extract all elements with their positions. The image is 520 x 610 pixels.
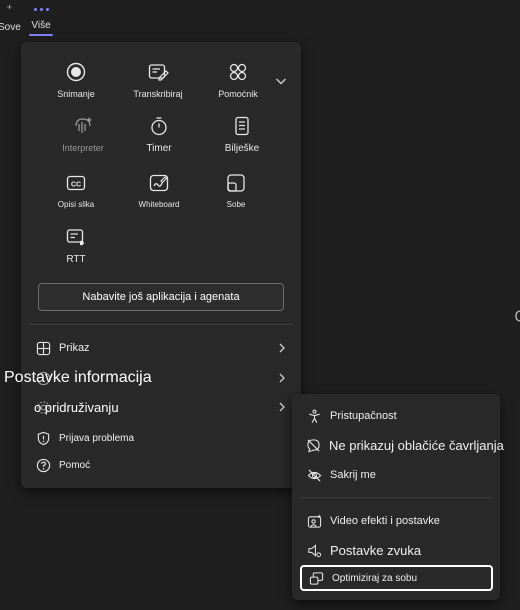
toolbar-more-label: Više <box>31 20 51 31</box>
toolbar-sove-button[interactable]: ⁺ Sove <box>0 0 21 33</box>
tile-label: Interpreter <box>62 143 104 153</box>
tile-image-descriptions[interactable]: CC Opisi slika <box>31 172 121 209</box>
menu-item-help[interactable]: Pomoć <box>35 454 287 476</box>
submenu-item-label: Sakrij me <box>330 469 376 481</box>
record-icon <box>66 62 86 82</box>
video-effects-icon <box>306 513 322 529</box>
tile-label: Transkribiraj <box>133 89 183 99</box>
active-tab-indicator <box>29 34 53 36</box>
captions-icon: CC <box>66 175 86 191</box>
submenu-item-no-chat-bubbles[interactable]: Ne prikazuj oblačiće čavrljanja <box>306 433 504 457</box>
rtt-icon <box>66 229 84 246</box>
transcribe-icon <box>148 64 169 81</box>
sove-icon: ⁺ <box>6 2 13 16</box>
settings-label-line2: o pridruživanju <box>34 400 119 415</box>
tile-label: Whiteboard <box>138 200 180 209</box>
chevron-down-icon[interactable] <box>274 74 288 88</box>
submenu-item-label: Ne prikazuj oblačiće čavrljanja <box>329 437 504 453</box>
accessibility-icon <box>306 408 322 424</box>
help-icon <box>35 457 51 473</box>
submenu-item-label: Pristupačnost <box>330 410 397 422</box>
rooms-icon <box>227 174 245 192</box>
tile-notes[interactable]: Bilješke <box>197 115 287 154</box>
submenu-item-label: Optimiziraj za sobu <box>332 572 418 584</box>
submenu-item-label: Postavke zvuka <box>330 542 422 558</box>
submenu-item-hide-me[interactable]: Sakrij me <box>306 463 496 487</box>
tile-label: Opisi slika <box>57 200 95 209</box>
toolbar-more-button[interactable]: Više <box>28 0 54 36</box>
chat-off-icon <box>306 437 321 453</box>
more-dots-icon <box>33 0 49 18</box>
interpreter-icon <box>75 117 92 133</box>
menu-item-label: Prijava problema <box>59 432 135 444</box>
tile-timer[interactable]: Timer <box>114 115 204 154</box>
tile-label: Snimanje <box>57 89 95 99</box>
submenu-item-label: Video efekti i postavke <box>330 515 440 527</box>
settings-label-line1: Postavke informacija <box>4 369 152 386</box>
tile-label: Bilješke <box>224 143 260 154</box>
submenu-item-video-effects[interactable]: Video efekti i postavke <box>306 509 496 533</box>
toolbar-sove-label: Sove <box>0 22 21 33</box>
apps-icon <box>229 63 247 81</box>
tile-rtt[interactable]: RTT <box>31 226 121 265</box>
tile-rooms[interactable]: Sobe <box>191 172 281 209</box>
grid-view-icon <box>35 340 51 356</box>
more-menu: Snimanje Transkribiraj Pomoćnik Interpre… <box>21 42 301 488</box>
tile-recording[interactable]: Snimanje <box>31 61 121 99</box>
menu-item-report-problem[interactable]: Prijava problema <box>35 427 287 449</box>
view-submenu: Pristupačnost Ne prikazuj oblačiće čavrl… <box>292 394 504 600</box>
get-more-apps-button[interactable]: Nabavite još aplikacija i agenata <box>38 283 284 311</box>
submenu-item-audio-settings[interactable]: Postavke zvuka <box>306 538 496 562</box>
submenu-divider <box>300 497 492 498</box>
divider <box>29 324 293 325</box>
speaker-settings-icon <box>306 542 322 558</box>
tile-label: Pomoćnik <box>218 89 258 99</box>
chevron-right-icon <box>279 373 285 383</box>
whiteboard-icon <box>149 174 169 192</box>
submenu-item-accessibility[interactable]: Pristupačnost <box>306 404 496 428</box>
menu-item-view[interactable]: Prikaz <box>35 337 287 359</box>
tile-assistant[interactable]: Pomoćnik <box>193 61 283 99</box>
notes-icon <box>235 116 249 136</box>
tile-transcribe[interactable]: Transkribiraj <box>113 61 203 99</box>
partial-edge-icon <box>515 310 520 322</box>
tile-label: Sobe <box>226 200 246 209</box>
tile-label: RTT <box>66 254 86 265</box>
shield-icon <box>35 430 51 446</box>
chevron-right-icon <box>279 343 285 353</box>
tile-label: Timer <box>146 143 172 154</box>
submenu-item-optimize-room[interactable]: Optimiziraj za sobu <box>300 565 493 591</box>
timer-icon <box>151 117 167 136</box>
meeting-toolbar: ⁺ Sove Više <box>0 0 520 40</box>
svg-text:CC: CC <box>71 182 81 189</box>
menu-item-label: Prikaz <box>59 342 90 354</box>
menu-item-label: Pomoć <box>59 459 91 471</box>
chevron-right-icon <box>279 402 285 412</box>
optimize-room-icon <box>308 570 324 586</box>
eye-off-icon <box>306 467 322 483</box>
